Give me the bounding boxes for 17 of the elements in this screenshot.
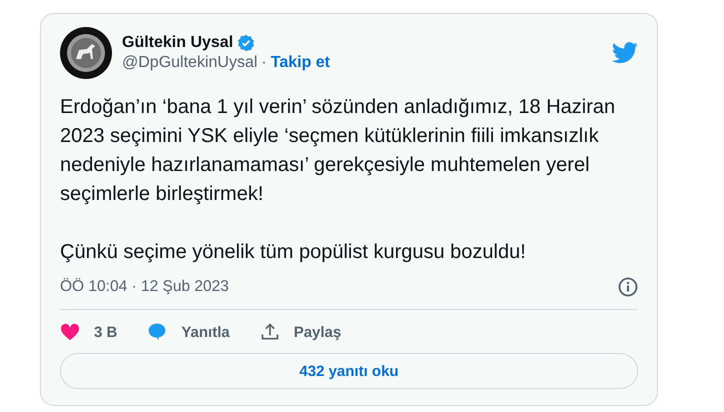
- speech-bubble-icon: [147, 322, 168, 342]
- timestamp[interactable]: ÖÖ 10:04 · 12 Şub 2023: [60, 278, 229, 296]
- tweet-text: Erdoğan’ın ‘bana 1 yıl verin’ sözünden anladığımız, 18 Haziran 2023 seçimini YSK eliyle ‘seçmen kütüklerinin fiili imkansızlık nedeniyle hazırlanamaması’ gerekçesiyle muhtemelen yerel seçimlerle birleştirmek!: [60, 95, 616, 207]
- share-icon: [260, 322, 280, 342]
- like-button[interactable]: 3 B: [60, 323, 118, 341]
- author-name[interactable]: Gültekin Uysal: [122, 34, 234, 52]
- read-replies-button[interactable]: 432 yanıtı oku: [60, 353, 638, 389]
- heart-icon: [60, 323, 80, 341]
- bird-icon[interactable]: [612, 42, 638, 64]
- separator: ·: [261, 54, 267, 72]
- author-handle[interactable]: @DpGultekinUysal: [122, 54, 258, 72]
- info-icon[interactable]: [618, 277, 638, 297]
- reply-button[interactable]: Yanıtla: [147, 322, 230, 342]
- tweet-text: Çünkü seçime yönelik tüm popülist kurgusu bozuldu!: [60, 240, 527, 265]
- avatar-icon: [60, 27, 112, 79]
- follow-link[interactable]: Takip et: [270, 54, 330, 72]
- share-button[interactable]: Paylaş: [260, 322, 342, 342]
